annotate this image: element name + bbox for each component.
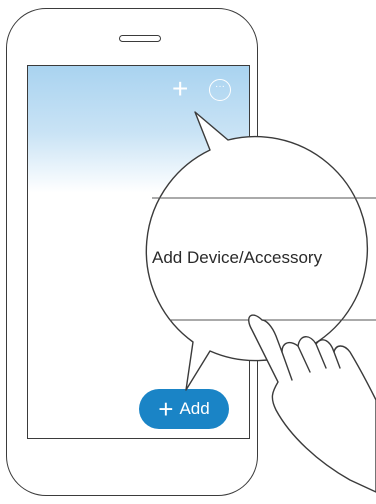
add-device-accessory-menu-item[interactable]: Add Device/Accessory [152, 248, 376, 268]
hand-pointer-icon [248, 314, 376, 493]
